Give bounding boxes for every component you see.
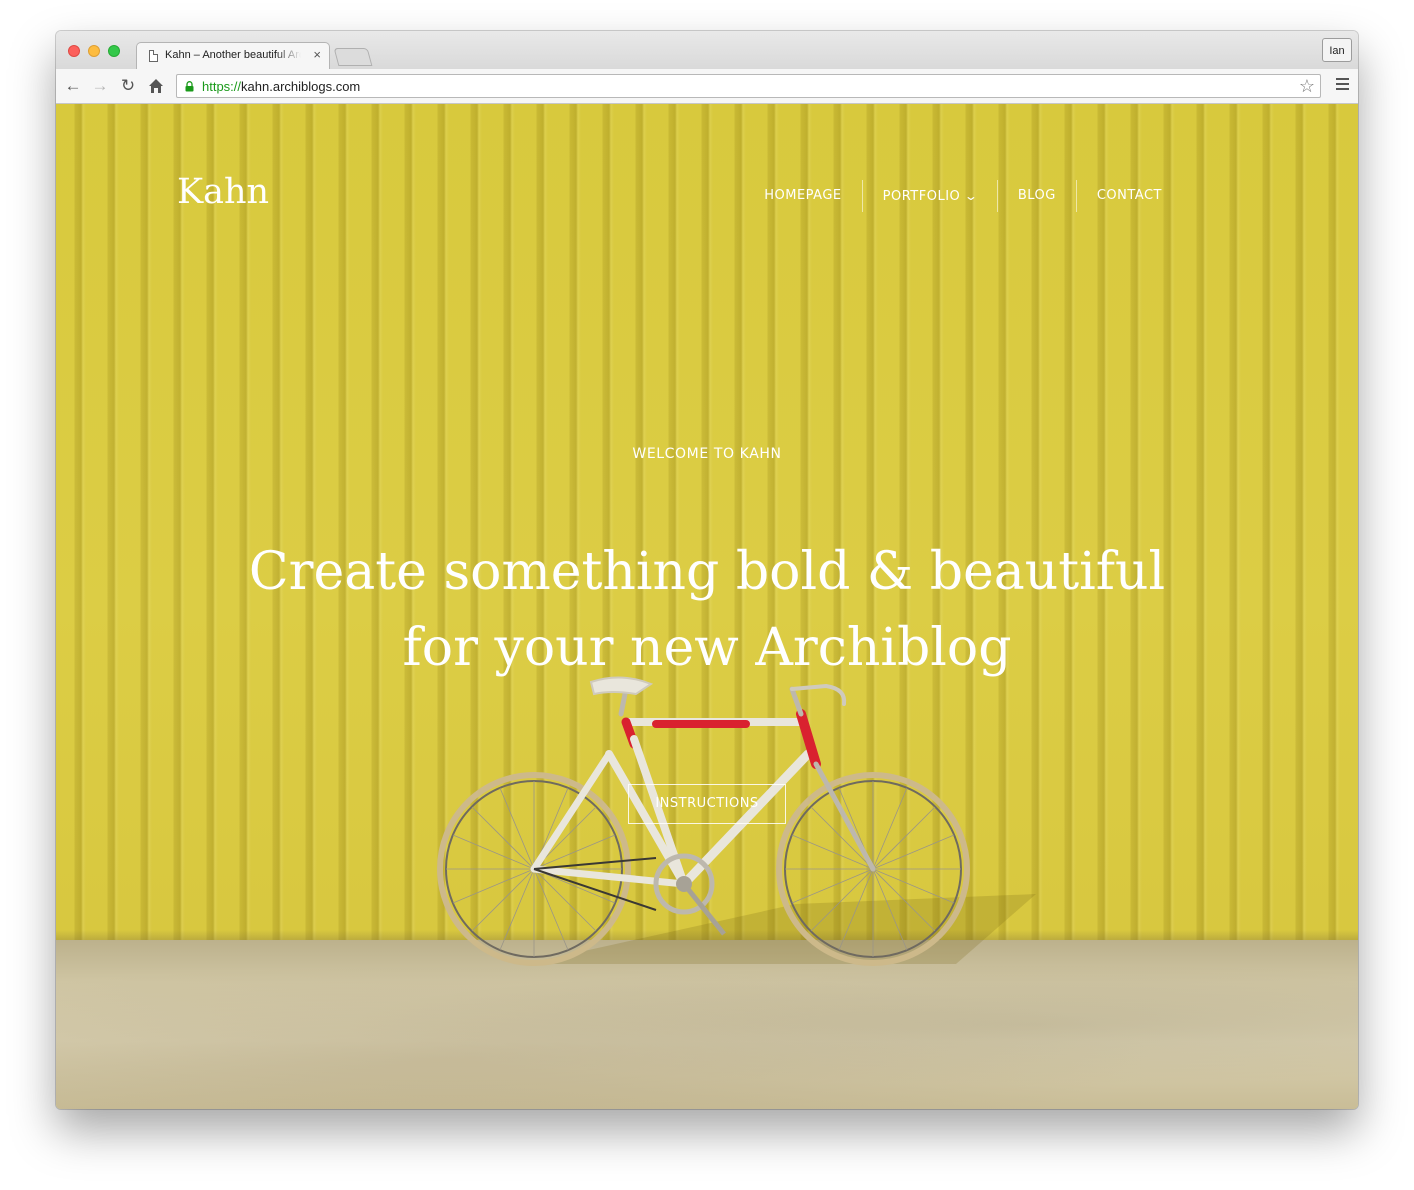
star-icon[interactable]: ☆ <box>1299 76 1315 97</box>
window-minimize-button[interactable] <box>88 45 100 57</box>
address-bar[interactable]: https://kahn.archiblogs.com ☆ <box>176 74 1321 98</box>
nav-item-homepage[interactable]: HOMEPAGE <box>744 180 861 212</box>
hero-kicker: WELCOME TO KAHN <box>632 446 782 462</box>
back-icon[interactable]: ← <box>63 76 83 96</box>
page-viewport: Kahn HOMEPAGE PORTFOLIO ⌄ BLOG CONTACT WE… <box>56 104 1358 1109</box>
profile-button[interactable]: Ian <box>1322 38 1352 62</box>
instructions-button[interactable]: INSTRUCTIONS <box>628 784 786 824</box>
site-logo[interactable]: Kahn <box>177 172 269 212</box>
tab-active[interactable]: Kahn – Another beautiful Archiblog × <box>136 42 330 70</box>
page-icon <box>149 50 158 62</box>
window-maximize-button[interactable] <box>108 45 120 57</box>
nav-item-blog[interactable]: BLOG <box>998 180 1076 212</box>
url-host: kahn.archiblogs.com <box>241 79 361 94</box>
nav-label: PORTFOLIO <box>882 189 961 204</box>
new-tab-button[interactable] <box>333 48 373 66</box>
url-scheme: https:// <box>202 79 242 94</box>
url-text: https://kahn.archiblogs.com <box>202 79 360 94</box>
tab-title: Kahn – Another beautiful Archiblog <box>165 49 301 61</box>
chevron-down-icon: ⌄ <box>964 189 979 203</box>
nav-label: HOMEPAGE <box>764 188 842 203</box>
hero-headline: Create something bold & beautiful for yo… <box>248 542 1166 678</box>
nav-label: BLOG <box>1017 188 1056 203</box>
browser-window: Kahn – Another beautiful Archiblog × Ian… <box>56 31 1358 1109</box>
site-nav: HOMEPAGE PORTFOLIO ⌄ BLOG CONTACT <box>744 180 1182 212</box>
home-icon[interactable] <box>146 76 166 96</box>
window-close-button[interactable] <box>68 45 80 57</box>
nav-label: CONTACT <box>1096 188 1162 203</box>
nav-item-portfolio[interactable]: PORTFOLIO ⌄ <box>863 180 997 212</box>
tab-strip: Kahn – Another beautiful Archiblog × Ian <box>56 31 1358 70</box>
reload-icon[interactable]: ↻ <box>118 76 138 96</box>
tab-close-icon[interactable]: × <box>313 47 321 62</box>
forward-icon[interactable]: → <box>90 76 110 96</box>
browser-toolbar: ← → ↻ https://kahn.archiblogs.com ☆ <box>56 69 1358 104</box>
nav-item-contact[interactable]: CONTACT <box>1077 180 1182 212</box>
menu-icon[interactable] <box>1336 78 1349 92</box>
lock-icon <box>185 81 194 92</box>
